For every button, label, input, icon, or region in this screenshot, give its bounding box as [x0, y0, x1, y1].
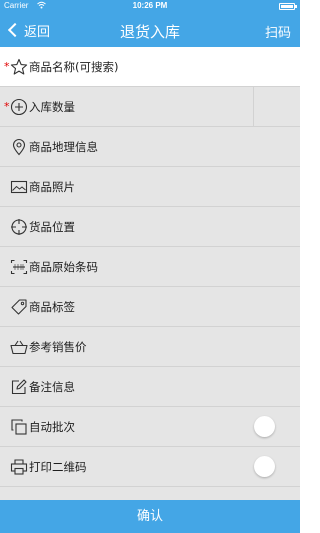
row-product-tag[interactable]: 商品标签	[0, 287, 300, 327]
row-label: 入库数量	[29, 100, 75, 114]
row-label: 货品位置	[29, 220, 75, 234]
nav-bar: 返回 退货入库 扫码	[0, 13, 300, 47]
row-quantity[interactable]: * 入库数量	[0, 87, 300, 127]
status-bar: Carrier 10:26 PM	[0, 0, 300, 13]
barcode-scan-icon	[10, 258, 28, 276]
row-reference-price[interactable]: 参考销售价	[0, 327, 300, 367]
image-icon	[10, 178, 28, 196]
row-print-qrcode: 打印二维码	[0, 447, 300, 487]
row-geo-info[interactable]: 商品地理信息	[0, 127, 300, 167]
edit-icon	[10, 378, 28, 396]
row-photos[interactable]: 商品照片	[0, 167, 300, 207]
row-divider	[253, 87, 254, 127]
row-original-barcode[interactable]: 商品原始条码	[0, 247, 300, 287]
row-goods-location[interactable]: 货品位置	[0, 207, 300, 247]
row-label: 打印二维码	[29, 460, 87, 474]
row-remarks[interactable]: 备注信息	[0, 367, 300, 407]
battery-icon	[279, 3, 297, 10]
row-label: 商品地理信息	[29, 140, 98, 154]
copy-icon	[10, 418, 28, 436]
auto-batch-toggle[interactable]	[254, 416, 275, 437]
row-label: 自动批次	[29, 420, 75, 434]
basket-icon	[10, 338, 28, 356]
page-title: 退货入库	[119, 23, 180, 41]
row-label: 商品照片	[29, 180, 75, 194]
clock: 10:26 PM	[132, 1, 168, 10]
row-label: 商品原始条码	[29, 260, 98, 274]
row-label: 商品名称(可搜索)	[29, 60, 119, 74]
row-product-name[interactable]: * 商品名称(可搜索)	[0, 47, 300, 87]
form-list: * 商品名称(可搜索) * 入库数量 商品地理信息 商品照片 货品位置 商品原始…	[0, 47, 300, 500]
location-pin-icon	[10, 138, 28, 156]
star-icon	[10, 58, 28, 76]
tag-icon	[10, 298, 28, 316]
required-marker: *	[4, 60, 10, 73]
plus-circle-icon	[10, 98, 28, 116]
row-label: 备注信息	[29, 380, 75, 394]
row-label: 参考销售价	[29, 340, 87, 354]
crosshair-icon	[10, 218, 28, 236]
row-label: 商品标签	[29, 300, 75, 314]
printer-icon	[10, 458, 28, 476]
confirm-button[interactable]: 确认	[0, 500, 300, 533]
required-marker: *	[4, 100, 10, 113]
scan-button[interactable]: 扫码	[265, 22, 291, 41]
row-auto-batch: 自动批次	[0, 407, 300, 447]
print-qrcode-toggle[interactable]	[254, 456, 275, 477]
